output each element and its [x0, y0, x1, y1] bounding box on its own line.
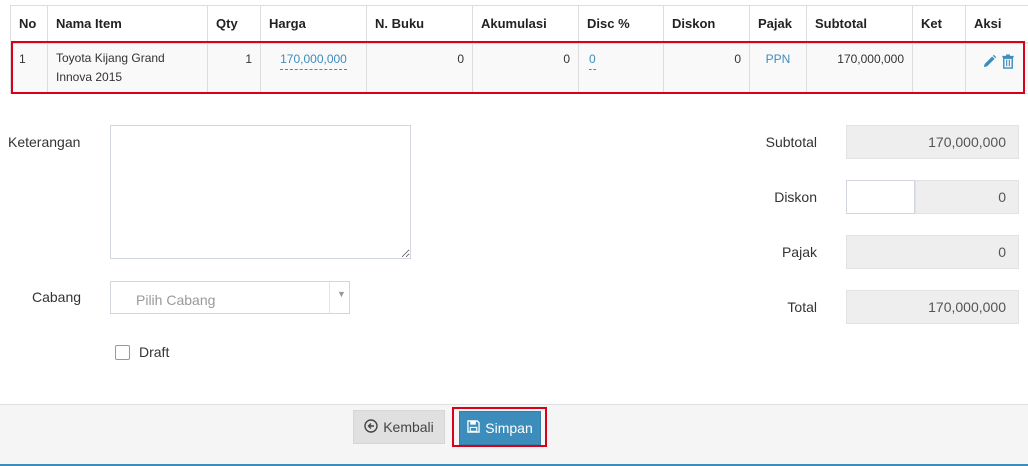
- note-label: Keterangan: [8, 134, 81, 150]
- subtotal-label: Subtotal: [765, 134, 817, 150]
- branch-select[interactable]: Pilih Cabang ▼: [110, 281, 350, 314]
- cell-disc-pct: 0: [578, 42, 664, 94]
- items-table: No Nama Item Qty Harga N. Buku Akumulasi…: [10, 5, 1028, 94]
- trash-icon[interactable]: [1001, 53, 1015, 69]
- header-no: No: [10, 5, 48, 44]
- disc-pct-editable[interactable]: 0: [589, 52, 596, 70]
- cell-qty: 1: [207, 42, 261, 94]
- cell-tax: PPN: [749, 42, 807, 94]
- discount-input[interactable]: [846, 180, 915, 214]
- back-button-label: Kembali: [383, 419, 434, 435]
- cell-discount: 0: [663, 42, 750, 94]
- cell-note: [912, 42, 966, 94]
- header-accumulation: Akumulasi: [472, 5, 579, 44]
- branch-label: Cabang: [32, 289, 82, 305]
- draft-label: Draft: [139, 344, 170, 360]
- header-discount: Diskon: [663, 5, 750, 44]
- header-book-value: N. Buku: [366, 5, 473, 44]
- save-button-label: Simpan: [485, 420, 533, 436]
- circle-arrow-left-icon: [364, 418, 378, 436]
- header-tax: Pajak: [749, 5, 807, 44]
- header-note: Ket: [912, 5, 966, 44]
- grand-total-label: Total: [787, 299, 817, 315]
- header-price: Harga: [260, 5, 367, 44]
- cell-subtotal: 170,000,000: [806, 42, 913, 94]
- table-row: 1 Toyota Kijang Grand Innova 2015 1 170,…: [10, 42, 1028, 94]
- cell-price: 170,000,000: [260, 42, 367, 94]
- select-divider: [329, 282, 330, 313]
- tax-total-field: 0: [846, 235, 1019, 269]
- subtotal-field: 170,000,000: [846, 125, 1019, 159]
- header-item-name: Nama Item: [47, 5, 208, 44]
- discount-value-field: 0: [915, 180, 1019, 214]
- price-editable[interactable]: 170,000,000: [280, 52, 347, 70]
- draft-checkbox[interactable]: [115, 345, 130, 360]
- header-disc-pct: Disc %: [578, 5, 664, 44]
- back-button[interactable]: Kembali: [353, 410, 445, 444]
- header-qty: Qty: [207, 5, 261, 44]
- header-action: Aksi: [965, 5, 1028, 44]
- pencil-icon[interactable]: [982, 54, 997, 69]
- caret-down-icon: ▼: [337, 289, 346, 299]
- save-button[interactable]: Simpan: [459, 411, 541, 445]
- floppy-disk-icon: [467, 420, 480, 436]
- note-textarea[interactable]: [110, 125, 411, 259]
- cell-item-name: Toyota Kijang Grand Innova 2015: [47, 42, 208, 94]
- discount-label: Diskon: [774, 189, 817, 205]
- table-header-row: No Nama Item Qty Harga N. Buku Akumulasi…: [10, 5, 1028, 44]
- cell-action: [965, 42, 1028, 94]
- cell-accumulation: 0: [472, 42, 579, 94]
- header-subtotal: Subtotal: [806, 5, 913, 44]
- tax-link[interactable]: PPN: [766, 52, 791, 66]
- tax-total-label: Pajak: [781, 244, 817, 260]
- cell-book-value: 0: [366, 42, 473, 94]
- grand-total-field: 170,000,000: [846, 290, 1019, 324]
- cell-no: 1: [10, 42, 48, 94]
- branch-placeholder: Pilih Cabang: [136, 292, 216, 308]
